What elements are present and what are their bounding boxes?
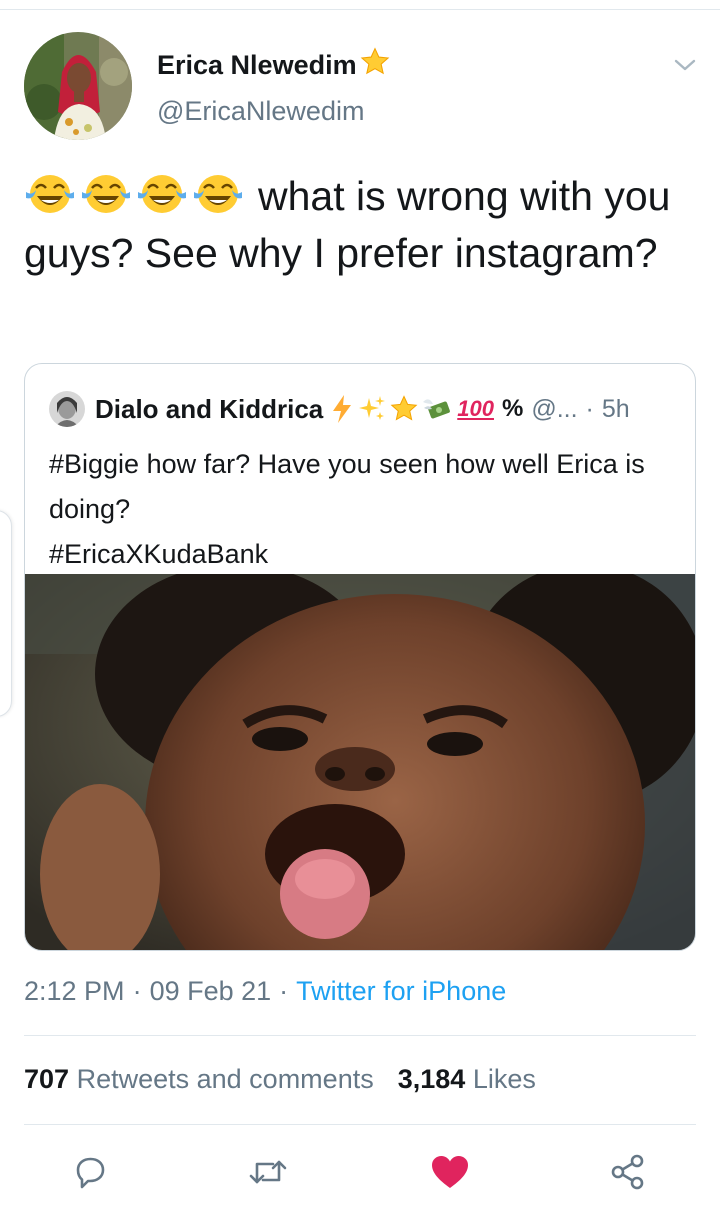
quoted-tweet-card[interactable]: Dialo and Kiddrica 100 % @... · 5h #Bigg… xyxy=(24,363,696,951)
quoted-author-name: Dialo and Kiddrica xyxy=(95,393,324,424)
sparkles-icon xyxy=(359,396,386,420)
quoted-author-handle: @... xyxy=(531,394,578,423)
quoted-tweet-text: #Biggie how far? Have you seen how well … xyxy=(49,442,679,577)
chevron-down-icon[interactable] xyxy=(670,50,700,80)
retweet-button[interactable] xyxy=(246,1150,290,1194)
quoted-tweet-header: Dialo and Kiddrica 100 % @... · 5h xyxy=(49,391,630,427)
separator-dot: · xyxy=(585,394,594,423)
retweets-count: 707 xyxy=(24,1064,70,1094)
divider xyxy=(24,1124,696,1125)
percent-sign: % xyxy=(501,395,524,422)
tweet-time: 2:12 PM xyxy=(24,976,125,1006)
author-name-text: Erica Nlewedim xyxy=(157,50,357,80)
separator-dot: · xyxy=(132,976,142,1006)
retweets-stat[interactable]: 707 Retweets and comments xyxy=(24,1064,374,1094)
author-avatar[interactable] xyxy=(24,32,132,140)
star-icon xyxy=(359,46,391,85)
quoted-media-image[interactable] xyxy=(25,564,695,950)
tweet-date: 09 Feb 21 xyxy=(149,976,272,1006)
quoted-time: 5h xyxy=(601,394,630,423)
tweet-meta: 2:12 PM · 09 Feb 21 · Twitter for iPhone xyxy=(24,976,506,1007)
reply-button[interactable] xyxy=(68,1150,112,1194)
like-button[interactable] xyxy=(428,1150,472,1194)
retweet-icon xyxy=(249,1160,287,1184)
emoji-group xyxy=(24,170,244,216)
share-icon xyxy=(611,1154,644,1190)
quoted-author-avatar xyxy=(49,391,85,427)
quoted-text-line: #Biggie how far? Have you seen how well … xyxy=(49,449,645,524)
face-with-tears-of-joy-icon xyxy=(194,175,242,214)
money-with-wings-icon xyxy=(423,399,451,419)
face-with-tears-of-joy-icon xyxy=(26,175,74,214)
edge-card xyxy=(0,510,12,717)
tweet-stats: 707 Retweets and comments 3,184 Likes xyxy=(24,1064,536,1095)
retweets-label: Retweets and comments xyxy=(76,1064,374,1094)
likes-count: 3,184 xyxy=(397,1064,466,1094)
tweet-source-link[interactable]: Twitter for iPhone xyxy=(296,976,506,1006)
likes-stat[interactable]: 3,184 Likes xyxy=(398,1064,536,1094)
reply-icon xyxy=(76,1157,105,1189)
quoted-name-emojis: 100 xyxy=(329,394,494,424)
likes-label: Likes xyxy=(472,1064,536,1094)
face-with-tears-of-joy-icon xyxy=(82,175,130,214)
author-handle[interactable]: @EricaNlewedim xyxy=(157,96,364,127)
face-with-tears-of-joy-icon xyxy=(138,175,186,214)
share-button[interactable] xyxy=(606,1150,650,1194)
hundred-points-icon: 100 xyxy=(457,396,494,421)
heart-icon xyxy=(432,1156,468,1188)
lightning-icon xyxy=(333,395,352,423)
star-icon xyxy=(390,395,418,421)
quoted-hashtag: #EricaXKudaBank xyxy=(49,539,269,569)
divider xyxy=(24,1035,696,1036)
separator-dot: · xyxy=(279,976,289,1006)
top-divider xyxy=(0,9,720,10)
tweet-text: what is wrong with you guys? See why I p… xyxy=(24,168,704,282)
author-name[interactable]: Erica Nlewedim xyxy=(157,46,391,85)
